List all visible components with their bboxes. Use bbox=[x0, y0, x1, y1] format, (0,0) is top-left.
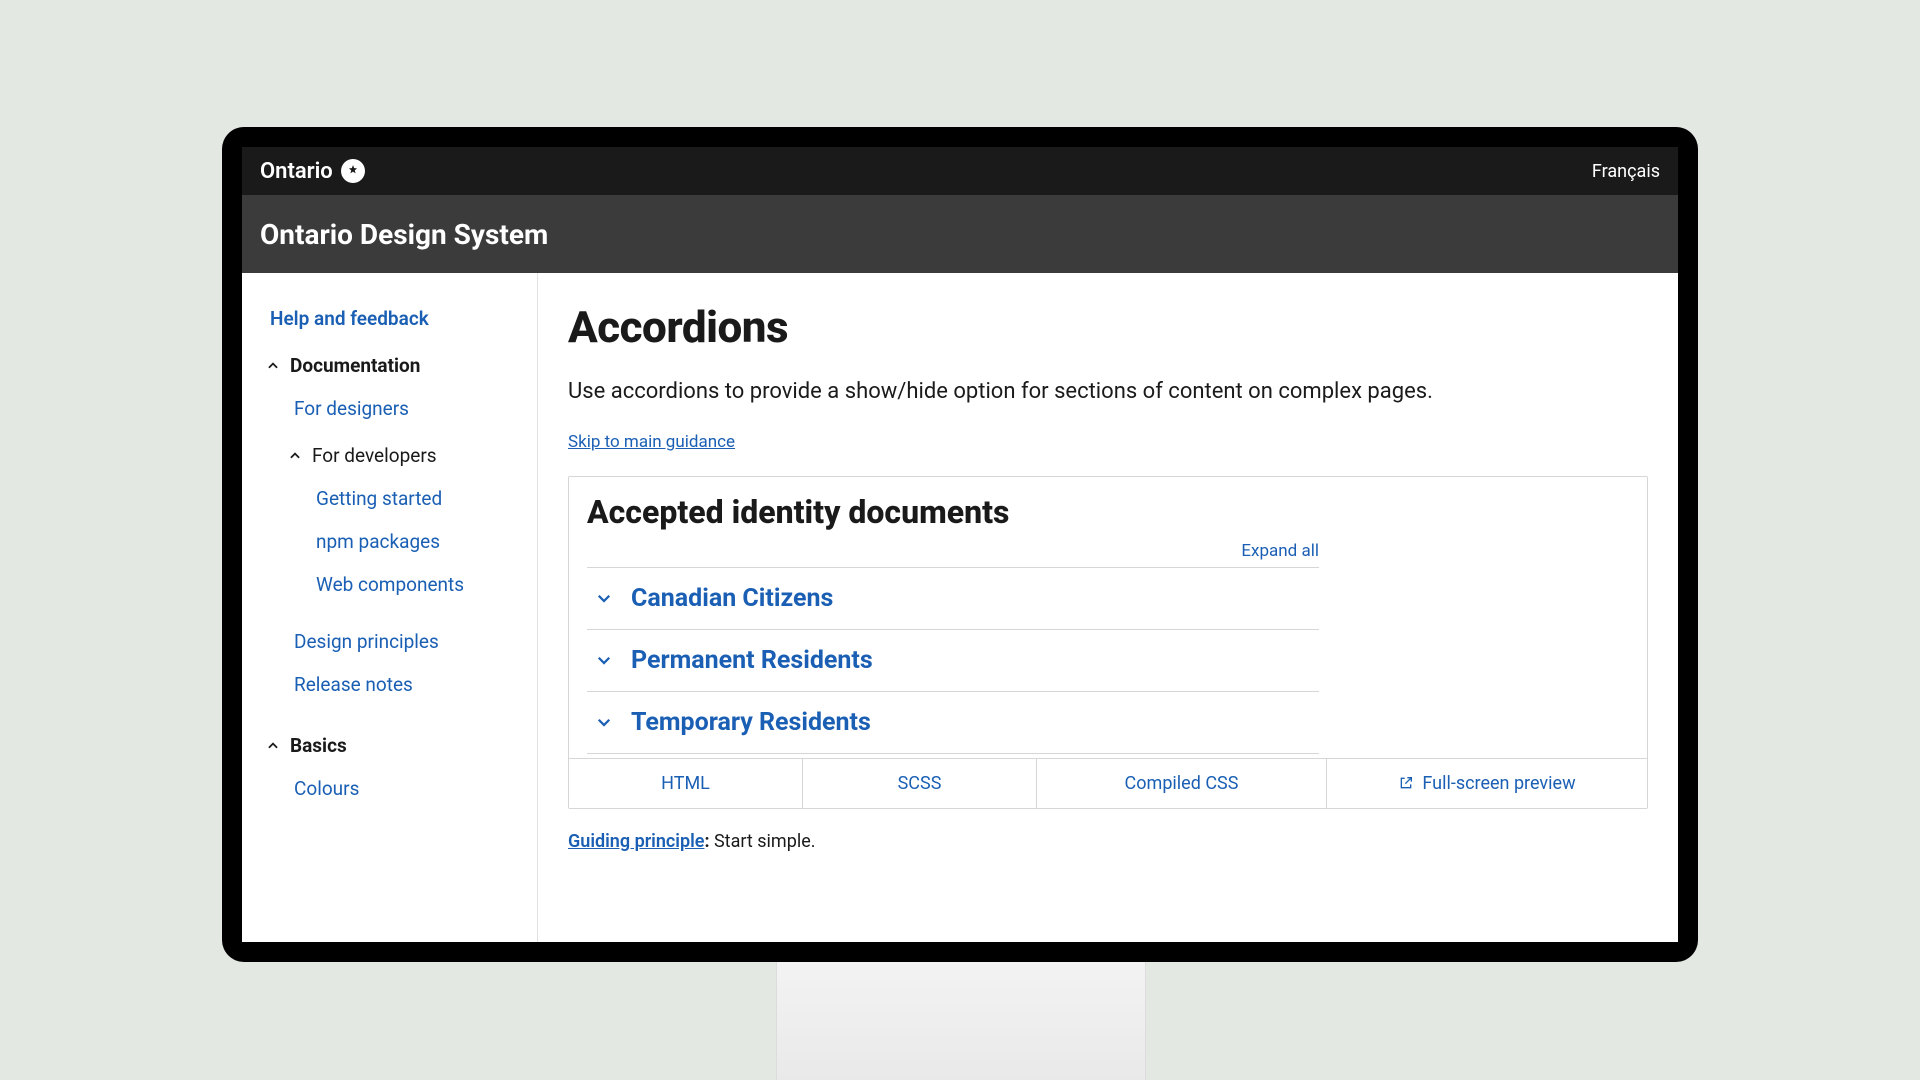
sidebar-item-for-designers[interactable]: For designers bbox=[294, 387, 525, 430]
language-toggle[interactable]: Français bbox=[1592, 161, 1660, 182]
chevron-up-icon bbox=[288, 449, 302, 463]
sidebar-section-label: For developers bbox=[312, 444, 437, 467]
sidebar-section-label: Documentation bbox=[290, 354, 420, 377]
tab-compiled-css[interactable]: Compiled CSS bbox=[1037, 759, 1327, 808]
brand-text: Ontario bbox=[260, 159, 333, 184]
chevron-up-icon bbox=[266, 739, 280, 753]
topbar: Ontario Français bbox=[242, 147, 1678, 195]
accordion-label: Canadian Citizens bbox=[631, 584, 833, 613]
tab-label: Full-screen preview bbox=[1422, 773, 1575, 794]
page-intro: Use accordions to provide a show/hide op… bbox=[568, 377, 1648, 408]
guiding-principle-line: Guiding principle: Start simple. bbox=[568, 831, 1648, 852]
main-content: Accordions Use accordions to provide a s… bbox=[538, 273, 1678, 942]
brand-logo[interactable]: Ontario bbox=[260, 159, 365, 184]
sidebar-section-for-developers[interactable]: For developers bbox=[266, 430, 525, 477]
sidebar-item-release-notes[interactable]: Release notes bbox=[294, 663, 525, 706]
sidebar-section-label: Basics bbox=[290, 734, 347, 757]
sidebar-help-feedback[interactable]: Help and feedback bbox=[266, 297, 525, 340]
accordion-list: Canadian Citizens Permanent Residents Te… bbox=[587, 567, 1629, 754]
accordion-item-permanent-residents[interactable]: Permanent Residents bbox=[587, 629, 1319, 691]
sidebar-item-getting-started[interactable]: Getting started bbox=[316, 477, 525, 520]
monitor-frame: Ontario Français Ontario Design System H… bbox=[222, 127, 1698, 962]
sidebar-section-documentation[interactable]: Documentation bbox=[266, 340, 525, 387]
chevron-down-icon bbox=[595, 651, 613, 669]
tab-html[interactable]: HTML bbox=[569, 759, 803, 808]
sidebar-item-web-components[interactable]: Web components bbox=[316, 563, 525, 606]
guiding-principle-link[interactable]: Guiding principle bbox=[568, 831, 704, 852]
site-subheader: Ontario Design System bbox=[242, 195, 1678, 273]
ontario-trillium-icon bbox=[341, 159, 365, 183]
guiding-principle-text: Start simple. bbox=[710, 831, 816, 852]
external-link-icon bbox=[1398, 775, 1414, 791]
accordion-item-canadian-citizens[interactable]: Canadian Citizens bbox=[587, 567, 1319, 629]
accordion-label: Temporary Residents bbox=[631, 708, 871, 737]
chevron-down-icon bbox=[595, 713, 613, 731]
sidebar-item-design-principles[interactable]: Design principles bbox=[294, 620, 525, 663]
monitor-stand bbox=[776, 962, 1146, 1080]
skip-to-guidance-link[interactable]: Skip to main guidance bbox=[568, 432, 735, 452]
page-title: Accordions bbox=[568, 301, 1648, 353]
chevron-up-icon bbox=[266, 359, 280, 373]
site-title: Ontario Design System bbox=[260, 218, 548, 251]
example-title: Accepted identity documents bbox=[587, 493, 1629, 531]
sidebar-section-basics[interactable]: Basics bbox=[266, 720, 525, 767]
accordion-item-temporary-residents[interactable]: Temporary Residents bbox=[587, 691, 1319, 754]
code-tabs: HTML SCSS Compiled CSS Full-screen previ… bbox=[569, 758, 1647, 808]
tab-scss[interactable]: SCSS bbox=[803, 759, 1037, 808]
expand-all-button[interactable]: Expand all bbox=[1241, 541, 1319, 561]
sidebar-nav: Help and feedback Documentation For desi… bbox=[242, 273, 538, 942]
chevron-down-icon bbox=[595, 589, 613, 607]
sidebar-item-colours[interactable]: Colours bbox=[294, 767, 525, 810]
example-panel: Accepted identity documents Expand all C… bbox=[568, 476, 1648, 809]
sidebar-item-npm-packages[interactable]: npm packages bbox=[316, 520, 525, 563]
accordion-label: Permanent Residents bbox=[631, 646, 873, 675]
tab-fullscreen-preview[interactable]: Full-screen preview bbox=[1327, 759, 1647, 808]
screen: Ontario Français Ontario Design System H… bbox=[242, 147, 1678, 942]
